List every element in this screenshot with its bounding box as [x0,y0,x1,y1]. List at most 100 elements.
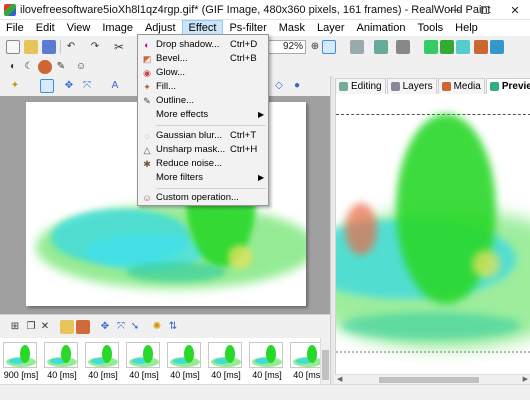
tab-editing[interactable]: Editing [335,78,386,94]
frame-thumbnail[interactable] [85,342,119,368]
menu-item-shortcut: Ctrl+H [230,144,258,155]
status-bar [0,384,530,400]
frames-scrollbar[interactable] [320,338,330,384]
frame-export-icon[interactable] [76,320,90,334]
frame-duplicate-icon[interactable]: ❐ [24,320,38,334]
menu-item-bevel[interactable]: ◩ Bevel... Ctrl+B [138,52,268,66]
menu-separator [156,125,266,126]
menu-mask[interactable]: Mask [273,20,311,36]
frame-cell[interactable]: 40 [ms] [123,338,163,384]
magic-wand-icon[interactable]: ✦ [8,79,22,93]
frame-thumbnail[interactable] [44,342,78,368]
frame-thumbnail[interactable] [126,342,160,368]
frame-cell[interactable]: 40 [ms] [82,338,122,384]
panel-splitter[interactable] [330,76,334,384]
brush-icon[interactable]: ✎ [54,60,68,74]
undo-icon[interactable]: ↶ [64,40,78,54]
user-icon[interactable]: ☺ [74,60,88,74]
moon-icon[interactable]: ☾ [22,60,36,74]
menu-tools[interactable]: Tools [411,20,449,36]
maximize-button[interactable]: ☐ [470,0,500,20]
menu-file[interactable]: File [0,20,30,36]
transform-tool-icon[interactable]: ⤧ [80,79,94,93]
glow-icon: ◉ [143,68,151,78]
menu-view[interactable]: View [61,20,97,36]
reduce-noise-icon: ✱ [143,159,151,169]
layer-tool-3-icon[interactable] [396,40,410,54]
fit-window-icon[interactable] [322,40,336,54]
frame-cell[interactable]: 900 [ms] [0,338,40,384]
menu-item-label: Unsharp mask... [156,144,226,155]
dropper-tool-icon[interactable]: ● [290,79,304,93]
frame-cell[interactable]: 40 [ms] [164,338,204,384]
eraser-tool-icon[interactable]: ◇ [272,79,286,93]
frame-delete-icon[interactable]: ✕ [38,320,52,334]
menu-item-more-filters[interactable]: More filters ▶ [138,171,268,185]
frame-transform-icon[interactable]: ⤧ [114,320,128,334]
menu-item-glow[interactable]: ◉ Glow... [138,66,268,80]
menu-item-label: Gaussian blur... [156,130,223,141]
menu-item-unsharp-mask[interactable]: △ Unsharp mask... Ctrl+H [138,143,268,157]
text-tool-icon[interactable]: A [108,79,122,93]
frame-cell[interactable]: 40 [ms] [246,338,286,384]
contrast-icon[interactable]: ◐ [6,60,20,74]
frame-import-icon[interactable] [60,320,74,334]
title-bar: ilovefreesoftware5ioXh8l1qz4rgp.gif* (GI… [0,0,530,20]
frame-move-icon[interactable]: ✥ [98,320,112,334]
menu-item-gaussian-blur[interactable]: ◌ Gaussian blur... Ctrl+T [138,129,268,143]
menu-item-fill[interactable]: ✦ Fill... [138,80,268,94]
minimize-button[interactable]: — [440,0,470,20]
menu-item-drop-shadow[interactable]: ◐ Drop shadow... Ctrl+D [138,38,268,52]
menu-layer[interactable]: Layer [311,20,351,36]
menu-item-outline[interactable]: ✎ Outline... [138,94,268,108]
tab-media[interactable]: Media [437,78,485,94]
close-button[interactable]: ✕ [500,0,530,20]
layer-tool-2-icon[interactable] [374,40,388,54]
move-tool-icon[interactable]: ✥ [62,79,76,93]
menu-item-reduce-noise[interactable]: ✱ Reduce noise... [138,157,268,171]
frame-add-icon[interactable]: ⊞ [8,320,22,334]
menu-help[interactable]: Help [449,20,484,36]
frame-thumbnail[interactable] [249,342,283,368]
preview-scrollbar-thumb[interactable] [379,377,479,383]
frame-reverse-icon[interactable]: ⇅ [166,320,180,334]
selection-tool-icon[interactable] [40,79,54,93]
zoom-in-icon[interactable]: ⊕ [308,40,322,54]
view-5-icon[interactable] [490,40,504,54]
frame-thumbnail[interactable] [208,342,242,368]
zoom-field[interactable]: 92% [268,40,306,54]
frame-thumbnail[interactable] [290,342,324,368]
new-file-icon[interactable] [6,40,20,54]
bevel-icon: ◩ [142,54,152,64]
color-picker-icon[interactable] [38,60,52,74]
frame-arrow-icon[interactable]: ➘ [128,320,142,334]
menu-animation[interactable]: Animation [351,20,412,36]
menu-image[interactable]: Image [96,20,139,36]
menu-item-more-effects[interactable]: More effects ▶ [138,108,268,122]
preview-scrollbar[interactable]: ◀ ▶ [335,374,530,384]
view-3-icon[interactable] [456,40,470,54]
frame-cell[interactable]: 40 [ms] [41,338,81,384]
view-4-icon[interactable] [474,40,488,54]
frames-toolbar: ⊞ ❐ ✕ ✥ ⤧ ➘ ✺ ⇅ [0,314,330,338]
frames-scrollbar-thumb[interactable] [322,350,329,380]
frame-thumbnail[interactable] [3,342,37,368]
layer-tool-1-icon[interactable] [350,40,364,54]
tab-layers[interactable]: Layers [386,78,437,94]
view-1-icon[interactable] [424,40,438,54]
tab-label: Preview [501,81,530,92]
cut-icon[interactable]: ✂ [112,40,126,54]
app-icon [4,3,16,16]
redo-icon[interactable]: ↷ [88,40,102,54]
tab-label: Layers [402,81,433,92]
frame-cell[interactable]: 40 [ms] [205,338,245,384]
frame-thumbnail[interactable] [167,342,201,368]
menu-edit[interactable]: Edit [30,20,61,36]
save-icon[interactable] [42,40,56,54]
menu-item-custom-operation[interactable]: ☺ Custom operation... [138,191,268,205]
layers-icon [390,82,400,91]
tab-preview[interactable]: Preview [485,78,530,94]
open-folder-icon[interactable] [24,40,38,54]
view-2-icon[interactable] [440,40,454,54]
frame-settings-icon[interactable]: ✺ [150,320,164,334]
